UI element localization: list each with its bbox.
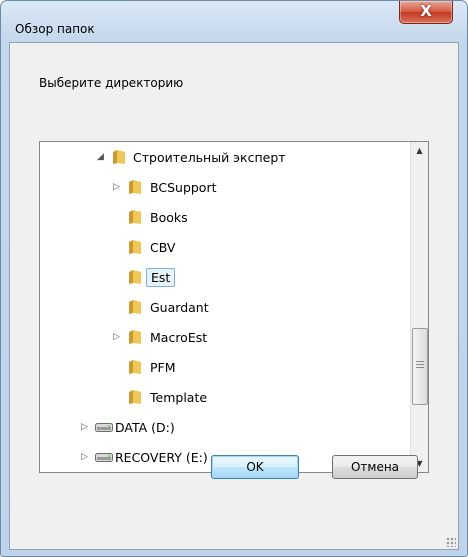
dialog-window: Обзор папок X Выберите директорию ◢ Стро…	[0, 0, 468, 557]
grip-icon	[416, 361, 424, 370]
close-button[interactable]: X	[399, 1, 453, 24]
vertical-scrollbar[interactable]: ▲ ▼	[410, 142, 428, 472]
collapsed-arrow-icon[interactable]: ▷	[113, 332, 123, 342]
tree-item-est[interactable]: Est	[40, 267, 400, 289]
tree-item-guardant[interactable]: Guardant	[40, 297, 400, 319]
folder-icon	[129, 360, 141, 374]
tree-item-cbv[interactable]: CBV	[40, 237, 400, 259]
folder-icon	[113, 150, 125, 164]
tree-item-bcsupport[interactable]: ▷ BCSupport	[40, 177, 400, 199]
tree-item-macroest[interactable]: ▷ MacroEst	[40, 327, 400, 349]
cancel-button[interactable]: Отмена	[332, 455, 418, 479]
folder-icon	[129, 390, 141, 404]
tree-item-label: MacroEst	[150, 330, 208, 345]
resize-grip-icon[interactable]	[446, 537, 456, 547]
collapsed-arrow-icon[interactable]: ▷	[81, 452, 91, 462]
drive-icon	[95, 453, 113, 462]
folder-icon	[129, 300, 141, 314]
tree-item-label: BCSupport	[150, 180, 217, 195]
tree-item-template[interactable]: Template	[40, 387, 400, 409]
tree-item-label: Guardant	[150, 300, 209, 315]
tree-item-label: Books	[150, 210, 188, 225]
tree-item-books[interactable]: Books	[40, 207, 400, 229]
tree-item-label: RECOVERY (E:)	[115, 450, 208, 465]
tree-item-label: Est	[146, 268, 176, 287]
drive-icon	[95, 423, 113, 432]
folder-tree[interactable]: ◢ Строительный эксперт ▷ BCSupport Books…	[39, 141, 429, 473]
expanded-arrow-icon[interactable]: ◢	[97, 152, 107, 162]
folder-icon	[129, 180, 141, 194]
collapsed-arrow-icon[interactable]: ▷	[81, 422, 91, 432]
title-bar[interactable]: Обзор папок X	[1, 1, 467, 41]
folder-icon	[129, 270, 141, 284]
window-title: Обзор папок	[15, 22, 95, 36]
tree-item-label: Строительный эксперт	[133, 150, 286, 165]
folder-icon	[129, 240, 141, 254]
tree-item-label: PFM	[150, 360, 176, 375]
close-icon: X	[420, 2, 432, 20]
tree-item-label: DATA (D:)	[115, 420, 175, 435]
scroll-up-button[interactable]: ▲	[411, 142, 428, 159]
scroll-thumb[interactable]	[412, 328, 428, 405]
dialog-client-area: Выберите директорию ◢ Строительный экспе…	[9, 42, 459, 550]
prompt-label: Выберите директорию	[39, 76, 184, 90]
tree-item-pfm[interactable]: PFM	[40, 357, 400, 379]
folder-icon	[129, 330, 141, 344]
folder-icon	[129, 210, 141, 224]
tree-item-stroitelny-expert[interactable]: ◢ Строительный эксперт	[40, 147, 400, 169]
ok-button[interactable]: OK	[211, 455, 299, 479]
tree-item-data-drive[interactable]: ▷ DATA (D:)	[40, 417, 400, 439]
tree-item-label: CBV	[150, 240, 176, 255]
tree-item-label: Template	[150, 390, 208, 405]
collapsed-arrow-icon[interactable]: ▷	[113, 182, 123, 192]
